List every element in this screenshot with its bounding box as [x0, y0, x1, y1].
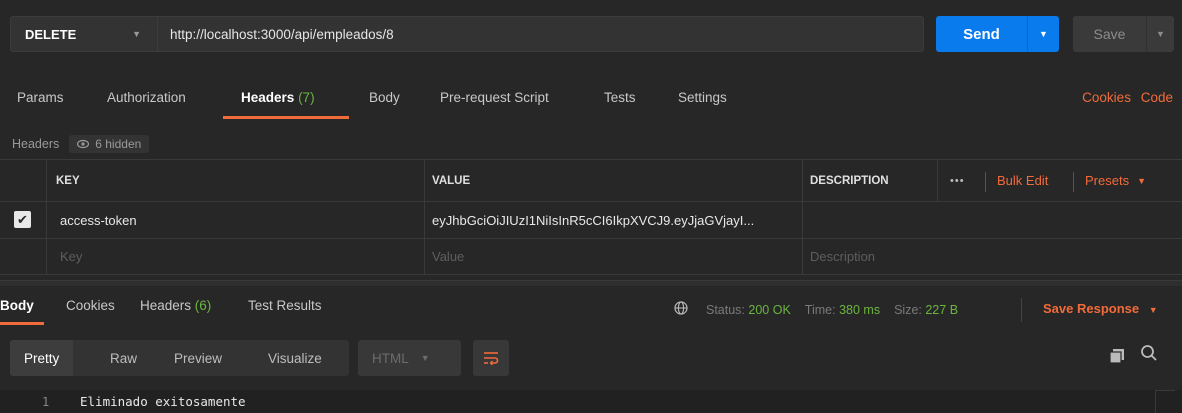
chevron-down-icon: ▼ — [1148, 305, 1158, 315]
header-description-cell[interactable] — [802, 202, 1182, 238]
size-label: Size: — [894, 303, 922, 317]
presets-button[interactable]: Presets ▼ — [1077, 160, 1146, 201]
chevron-down-icon: ▼ — [1137, 175, 1146, 186]
language-label: HTML — [372, 350, 409, 366]
tab-settings[interactable]: Settings — [678, 90, 727, 105]
pane-divider[interactable] — [0, 280, 1182, 286]
tab-params[interactable]: Params — [17, 90, 64, 105]
wrap-icon — [484, 352, 499, 365]
save-response-button[interactable]: Save Response ▼ — [1043, 301, 1158, 316]
column-header-description: DESCRIPTION — [810, 174, 889, 187]
tab-headers[interactable]: Headers (7) — [241, 90, 315, 105]
tab-headers-count: (7) — [298, 90, 315, 105]
table-row: Key Value Description — [0, 239, 1182, 275]
line-number: 1 — [42, 395, 50, 409]
hidden-count: 6 hidden — [95, 137, 142, 151]
format-raw-button[interactable]: Raw — [96, 340, 151, 376]
time-value: 380 ms — [839, 303, 881, 317]
status-value: 200 OK — [748, 303, 791, 317]
chevron-down-icon: ▼ — [420, 353, 430, 363]
status-label: Status: — [706, 303, 745, 317]
save-response-label: Save Response — [1043, 301, 1140, 316]
tab-body[interactable]: Body — [369, 90, 400, 105]
tab-prerequest-script[interactable]: Pre-request Script — [440, 90, 549, 105]
format-preview-button[interactable]: Preview — [160, 340, 236, 376]
save-button[interactable]: Save — [1073, 16, 1146, 52]
save-options-button[interactable]: ▼ — [1146, 16, 1174, 52]
response-body-text: Eliminado exitosamente — [80, 394, 246, 409]
response-status: Status: 200 OK Time: 380 ms Size: 227 B — [674, 298, 958, 322]
header-key-cell[interactable]: access-token — [52, 202, 137, 238]
response-headers-label: Headers — [140, 298, 192, 313]
cookies-link[interactable]: Cookies — [1082, 90, 1131, 105]
response-tab-headers[interactable]: Headers (6) — [140, 298, 211, 313]
url-text: http://localhost:3000/api/empleados/8 — [170, 26, 394, 42]
method-label: DELETE — [25, 26, 77, 42]
request-links: Cookies Code — [1076, 90, 1173, 105]
headers-label: Headers — [12, 137, 60, 151]
code-link[interactable]: Code — [1141, 90, 1173, 105]
wrap-lines-button[interactable] — [473, 340, 509, 376]
bulk-edit-button[interactable]: Bulk Edit — [989, 160, 1048, 201]
header-value-cell[interactable]: eyJhbGciOiJIUzI1NiIsInR5cCI6IkpXVCJ9.eyJ… — [424, 202, 802, 238]
eye-icon — [77, 139, 90, 149]
send-options-button[interactable]: ▼ — [1027, 16, 1059, 52]
hidden-headers-toggle[interactable]: 6 hidden — [69, 135, 150, 153]
chevron-down-icon: ▼ — [1156, 29, 1165, 39]
scrollbar[interactable] — [1155, 390, 1175, 413]
new-value-input[interactable]: Value — [424, 239, 464, 274]
format-visualize-button[interactable]: Visualize — [254, 340, 336, 376]
size-value: 227 B — [925, 303, 959, 317]
response-tab-cookies[interactable]: Cookies — [66, 298, 115, 313]
table-row: ✔ access-token eyJhbGciOiJIUzI1NiIsInR5c… — [0, 202, 1182, 239]
method-select[interactable]: DELETE ▼ — [10, 16, 158, 52]
new-description-input[interactable]: Description — [802, 239, 875, 274]
response-headers-count: (6) — [194, 298, 212, 313]
url-input[interactable]: http://localhost:3000/api/empleados/8 — [158, 16, 924, 52]
more-options-button[interactable]: ••• — [942, 160, 965, 201]
chevron-down-icon: ▼ — [1039, 29, 1048, 39]
tab-authorization[interactable]: Authorization — [107, 90, 186, 105]
column-header-key: KEY — [56, 174, 80, 187]
globe-icon[interactable] — [674, 301, 688, 319]
time-label: Time: — [804, 303, 836, 317]
response-tabs: Body Cookies Headers (6) Test Results — [0, 298, 1182, 325]
copy-icon[interactable] — [1109, 348, 1125, 364]
active-tab-indicator — [223, 116, 349, 119]
tab-headers-label: Headers — [241, 90, 295, 105]
header-enabled-checkbox[interactable]: ✔ — [14, 211, 31, 228]
search-icon[interactable] — [1140, 344, 1158, 362]
tab-tests[interactable]: Tests — [604, 90, 636, 105]
response-tab-body[interactable]: Body — [0, 298, 34, 313]
active-tab-indicator — [0, 322, 44, 325]
chevron-down-icon: ▼ — [132, 29, 141, 39]
format-toggle-group: Pretty Raw Preview Visualize — [10, 340, 349, 376]
response-body-editor[interactable]: 1 Eliminado exitosamente — [0, 390, 1182, 413]
language-select[interactable]: HTML ▼ — [358, 340, 461, 376]
new-key-input[interactable]: Key — [52, 239, 82, 274]
response-tab-test-results[interactable]: Test Results — [248, 298, 322, 313]
table-header-row: KEY VALUE DESCRIPTION ••• Bulk Edit Pres… — [0, 159, 1182, 202]
format-pretty-button[interactable]: Pretty — [10, 340, 74, 376]
request-tabs: Params Authorization Headers (7) Body Pr… — [0, 90, 1182, 119]
divider — [1021, 298, 1022, 322]
column-header-value: VALUE — [432, 174, 471, 187]
presets-label: Presets — [1085, 173, 1130, 188]
send-button[interactable]: Send — [936, 16, 1027, 52]
headers-section-header: Headers 6 hidden — [12, 135, 150, 153]
